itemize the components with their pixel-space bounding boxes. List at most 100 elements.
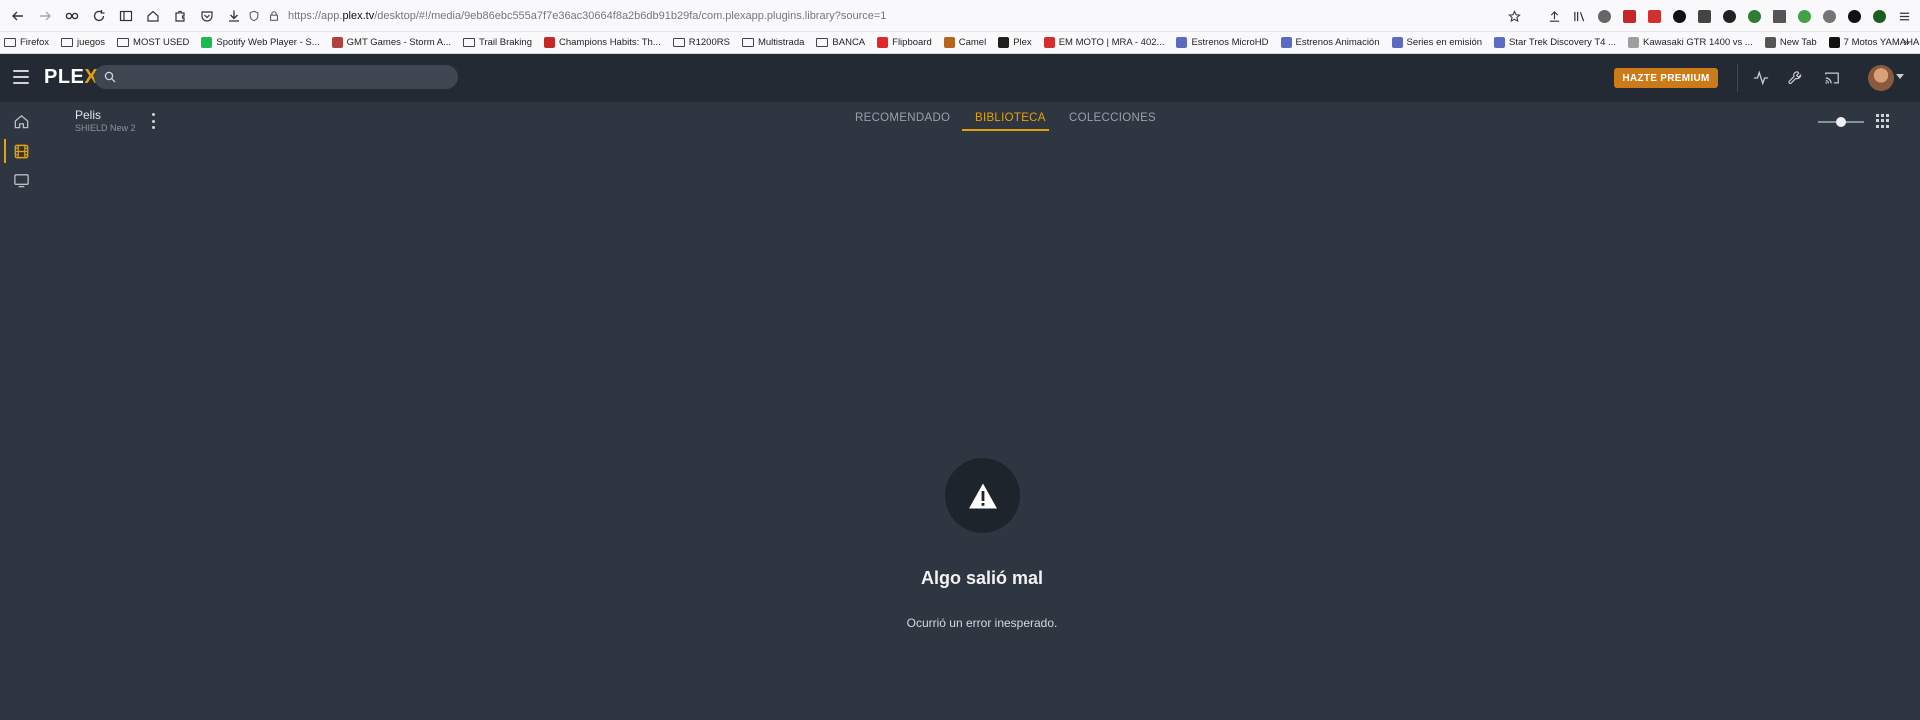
extension-5[interactable] — [1694, 6, 1714, 26]
bookmark-item[interactable]: Camel — [940, 33, 990, 53]
extension-9[interactable] — [1794, 6, 1814, 26]
bookmark-item[interactable]: Series en emisión — [1388, 33, 1487, 53]
bookmark-label: Champions Habits: Th... — [559, 37, 661, 48]
ae-extension-icon — [1697, 9, 1711, 23]
downloads-button[interactable] — [222, 4, 246, 28]
error-message: Ocurrió un error inesperado. — [906, 616, 1058, 630]
tab-recomendado[interactable]: RECOMENDADO — [855, 112, 950, 124]
user-avatar[interactable] — [1868, 65, 1894, 91]
pocket-button[interactable] — [195, 4, 219, 28]
go-premium-button[interactable]: HAZTE PREMIUM — [1614, 68, 1718, 88]
extension-11[interactable] — [1844, 6, 1864, 26]
grid-dot — [1876, 124, 1879, 128]
extension-7[interactable] — [1744, 6, 1764, 26]
bookmark-label: BANCA — [832, 37, 866, 48]
upload-icon — [1549, 10, 1559, 22]
reload-button[interactable] — [87, 4, 111, 28]
warning-icon — [968, 483, 997, 508]
folder-icon — [61, 38, 74, 47]
plex-logo[interactable]: PLEX — [44, 66, 98, 89]
bookmark-item[interactable]: Estrenos Animación — [1277, 33, 1384, 53]
extension-1[interactable] — [1594, 6, 1614, 26]
glasses-icon — [65, 12, 79, 19]
sidebar-item-movies[interactable] — [0, 137, 42, 165]
extension-3[interactable] — [1644, 6, 1664, 26]
hamburger-line — [13, 70, 29, 72]
bookmark-item[interactable]: GMT Games - Storm A... — [328, 33, 455, 53]
settings-button[interactable] — [1783, 66, 1807, 90]
sidebar-toggle-button[interactable] — [114, 4, 138, 28]
extension-12[interactable] — [1869, 6, 1889, 26]
lock-icon — [270, 11, 278, 21]
tab-biblioteca[interactable]: BIBLIOTECA — [975, 112, 1046, 124]
url-bar[interactable]: https://app.plex.tv/desktop/#!/media/9eb… — [248, 4, 1476, 28]
bookmark-item[interactable]: BANCA — [812, 33, 869, 53]
bookmark-label: GMT Games - Storm A... — [346, 37, 452, 48]
bookmark-item[interactable]: New Tab — [1761, 33, 1821, 53]
cast-button[interactable] — [1820, 66, 1844, 90]
wrench-icon — [1788, 71, 1802, 84]
extension-6[interactable] — [1719, 6, 1739, 26]
home-icon — [147, 10, 159, 22]
extension-toolbar — [1504, 4, 1914, 28]
bookmark-item[interactable]: Multistrada — [738, 33, 808, 53]
favicon-icon — [1043, 37, 1055, 48]
back-button[interactable] — [6, 4, 30, 28]
activity-button[interactable] — [1749, 66, 1773, 90]
bookmark-item[interactable]: Plex — [994, 33, 1035, 53]
hamburger-line — [13, 76, 29, 78]
bookmark-item[interactable]: R1200RS — [669, 33, 734, 53]
menu-button[interactable] — [1894, 6, 1914, 26]
favicon-icon — [877, 37, 889, 48]
bookmark-label: Trail Braking — [479, 37, 532, 48]
extensions-button[interactable] — [168, 4, 192, 28]
favicon-icon — [1391, 37, 1403, 48]
extension-2[interactable] — [1619, 6, 1639, 26]
home-button[interactable] — [141, 4, 165, 28]
bookmarks-overflow-icon[interactable]: » — [1903, 35, 1910, 49]
browser-toolbar: https://app.plex.tv/desktop/#!/media/9eb… — [0, 0, 1920, 32]
glasses-extension-icon — [1847, 9, 1861, 23]
arrow-right-icon — [40, 11, 51, 20]
bookmark-item[interactable]: Estrenos MicroHD — [1172, 33, 1272, 53]
chevron-down-icon[interactable] — [1896, 74, 1904, 79]
sidebar-item-tv[interactable] — [0, 166, 42, 194]
bookmark-item[interactable]: Spotify Web Player - S... — [197, 33, 323, 53]
extension-10[interactable] — [1819, 6, 1839, 26]
folder-icon — [4, 38, 16, 47]
menu-toggle-button[interactable] — [13, 70, 29, 84]
bookmark-item[interactable]: Champions Habits: Th... — [540, 33, 665, 53]
active-tab-indicator — [962, 129, 1049, 131]
reload-icon — [93, 9, 105, 21]
upload-button[interactable] — [1544, 6, 1564, 26]
check-extension-icon — [1747, 9, 1761, 23]
forward-button[interactable] — [33, 4, 57, 28]
bookmark-item[interactable]: Kawasaki GTR 1400 vs ... — [1624, 33, 1757, 53]
bookmark-item[interactable]: Trail Braking — [459, 33, 536, 53]
header-divider — [1737, 64, 1738, 92]
bookmark-item[interactable]: Star Trek Discovery T4 ... — [1490, 33, 1620, 53]
bookmark-star-button[interactable] — [1504, 6, 1524, 26]
circle-extension-icon — [1672, 9, 1686, 23]
puzzle-icon — [175, 10, 185, 22]
extension-8[interactable] — [1769, 6, 1789, 26]
library-button[interactable] — [1569, 6, 1589, 26]
grid-view-button[interactable] — [1876, 114, 1890, 128]
favicon-icon — [1280, 37, 1292, 48]
tab-colecciones[interactable]: COLECCIONES — [1069, 112, 1156, 124]
bookmark-label: Estrenos Animación — [1295, 37, 1380, 48]
search-input[interactable] — [94, 65, 458, 89]
library-icon — [1573, 11, 1584, 21]
extension-4[interactable] — [1669, 6, 1689, 26]
slider-handle[interactable] — [1836, 117, 1846, 127]
bookmark-item[interactable]: EM MOTO | MRA - 402... — [1040, 33, 1169, 53]
bookmark-item[interactable]: MOST USED — [113, 33, 193, 53]
folder-icon — [741, 38, 754, 47]
bookmark-item[interactable]: juegos — [57, 33, 109, 53]
favicon-icon — [1628, 37, 1640, 48]
bookmark-item[interactable]: Firefox — [0, 33, 53, 53]
folder-icon — [816, 38, 829, 47]
bookmark-item[interactable]: Flipboard — [873, 33, 936, 53]
extension-glasses-button[interactable] — [60, 4, 84, 28]
grid-dot — [1886, 114, 1889, 117]
